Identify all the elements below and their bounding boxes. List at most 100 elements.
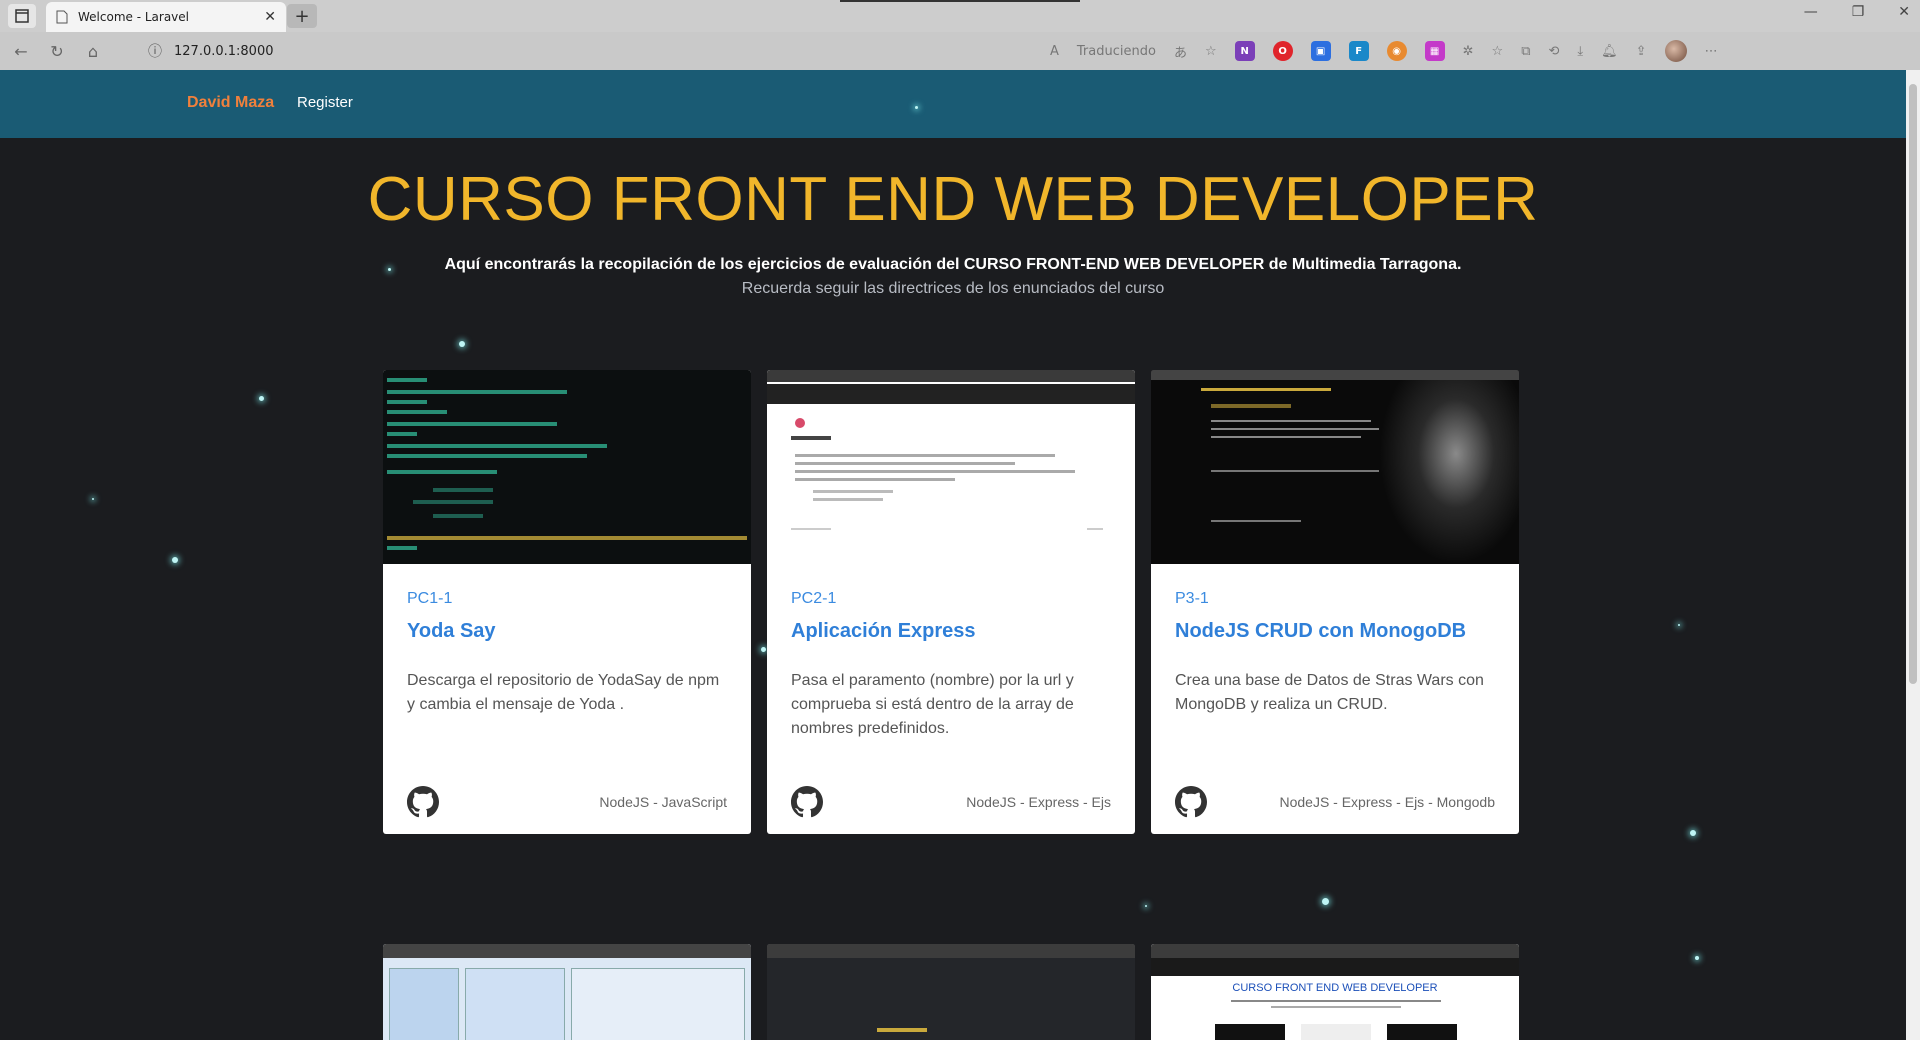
home-icon[interactable]: ⌂ [78,36,108,66]
project-card[interactable]: PC2-1 Aplicación Express Pasa el paramen… [767,370,1135,834]
thumb-title-line [1201,388,1331,391]
brand-link[interactable]: David Maza [187,94,274,112]
thumb-line [1211,470,1381,472]
scrollbar-thumb[interactable] [1909,84,1917,684]
tab-actions-button[interactable] [8,4,36,28]
thumb-header [1151,370,1519,380]
address-bar: ← ↻ ⌂ ⓘ 127.0.0.1:8000 A Traduciendo あ ☆… [0,32,1920,70]
onenote-icon[interactable]: N [1234,41,1255,61]
restore-button[interactable]: ❐ [1852,4,1865,20]
grid-ext-icon[interactable]: ▦ [1424,41,1445,61]
terminal-line [387,546,417,550]
url-text: 127.0.0.1:8000 [174,43,274,59]
favorites-list-icon[interactable]: ☆ [1492,44,1504,59]
hero-subtitle: Aquí encontrarás la recopilación de los … [444,256,1462,273]
page-title: CURSO FRONT END WEB DEVELOPER [367,165,1539,234]
thumb-line [1211,436,1361,438]
extensions-icon[interactable]: ✲ [1463,44,1474,59]
terminal-line [413,500,493,504]
window-close-button[interactable]: ✕ [1898,4,1910,20]
thumb-footer-line [791,528,831,530]
close-icon[interactable]: ✕ [264,9,276,25]
thumb-navbar [767,384,1135,404]
avatar[interactable] [1664,40,1687,62]
star-decoration [92,498,94,500]
card-thumbnail [1151,370,1519,564]
tab-title: Welcome - Laravel [78,10,189,24]
translate-icon[interactable]: あ [1174,42,1187,61]
reload-icon[interactable]: ↻ [42,36,72,66]
card-description: Crea una base de Datos de Stras Wars con… [1175,672,1484,713]
card-footer: NodeJS - Express - Ejs [791,786,1111,818]
thumb-line [795,470,1075,473]
hero-note: Recuerda seguir las directrices de los e… [741,280,1165,297]
terminal-line [433,488,493,492]
card-thumbnail: CURSO FRONT END WEB DEVELOPER [1151,944,1519,1040]
browser-tab[interactable]: Welcome - Laravel ✕ [46,2,286,32]
thumb-header [767,944,1135,958]
card-footer: NodeJS - JavaScript [407,786,727,818]
card-tags: NodeJS - Express - Ejs - Mongodb [1279,794,1495,810]
notifications-icon[interactable]: 🔔︎ [1601,44,1618,59]
thumb-mini-card [1215,1024,1285,1040]
star-decoration [1145,905,1147,907]
collections-icon[interactable]: ⧉ [1521,44,1530,59]
more-icon[interactable]: ⋯ [1705,44,1718,59]
project-card[interactable] [767,944,1135,1040]
minimize-button[interactable]: — [1804,4,1818,20]
terminal-line [387,410,447,414]
thumb-line [1211,428,1381,430]
thumb-line [1211,520,1301,522]
font-ext-icon[interactable]: F [1348,41,1369,61]
downloads-icon[interactable]: ⤓ [1577,44,1583,59]
thumb-mini-card [1387,1024,1457,1040]
darth-vader-image [1379,380,1519,564]
info-icon[interactable]: ⓘ [148,41,162,61]
register-link[interactable]: Register [297,94,353,111]
site-navbar: David Maza Register [0,70,1906,138]
thumb-line [1211,404,1291,408]
page-scrollbar[interactable] [1906,70,1920,1040]
thumb-logo [795,418,805,428]
card-title[interactable]: Aplicación Express [791,620,1111,643]
github-icon[interactable] [791,786,823,818]
terminal-line [387,400,427,404]
card-tags: NodeJS - Express - Ejs [966,794,1111,810]
bookmark-ext-icon[interactable]: ▣ [1310,41,1331,61]
project-card[interactable] [383,944,751,1040]
eyes-ext-icon[interactable]: ◉ [1386,41,1407,61]
terminal-line [387,454,587,458]
star-decoration [1695,956,1699,960]
thumb-header [1151,944,1519,958]
favorite-icon[interactable]: ☆ [1205,44,1217,59]
url-field[interactable]: ⓘ 127.0.0.1:8000 [148,37,1048,65]
thumb-navbar [1151,958,1519,976]
new-tab-button[interactable]: + [287,4,317,28]
thumb-line [795,462,1015,465]
thumb-line [813,490,893,493]
page-icon [56,10,68,24]
project-card[interactable]: P3-1 NodeJS CRUD con MonogoDB Crea una b… [1151,370,1519,834]
star-decoration [1690,830,1696,836]
card-title[interactable]: NodeJS CRUD con MonogoDB [1175,620,1495,643]
card-title[interactable]: Yoda Say [407,620,727,643]
opera-icon[interactable]: O [1272,41,1293,61]
card-thumbnail [767,944,1135,1040]
history-icon[interactable]: ⟲ [1548,44,1559,59]
card-body: PC1-1 Yoda Say Descarga el repositorio d… [383,564,751,834]
star-decoration [915,106,918,109]
star-decoration [172,557,178,563]
star-decoration [459,341,465,347]
github-icon[interactable] [1175,786,1207,818]
thumb-line [791,436,831,440]
card-tags: NodeJS - JavaScript [599,794,727,810]
thumb-line [813,498,883,501]
page-content: David Maza Register CURSO FRONT END WEB … [0,70,1906,1040]
github-icon[interactable] [407,786,439,818]
star-decoration [1678,624,1680,626]
share-icon[interactable]: ⇪ [1636,44,1647,59]
project-card[interactable]: PC1-1 Yoda Say Descarga el repositorio d… [383,370,751,834]
back-icon[interactable]: ← [6,36,36,66]
read-aloud-icon[interactable]: A [1050,44,1059,59]
project-card[interactable]: CURSO FRONT END WEB DEVELOPER [1151,944,1519,1040]
